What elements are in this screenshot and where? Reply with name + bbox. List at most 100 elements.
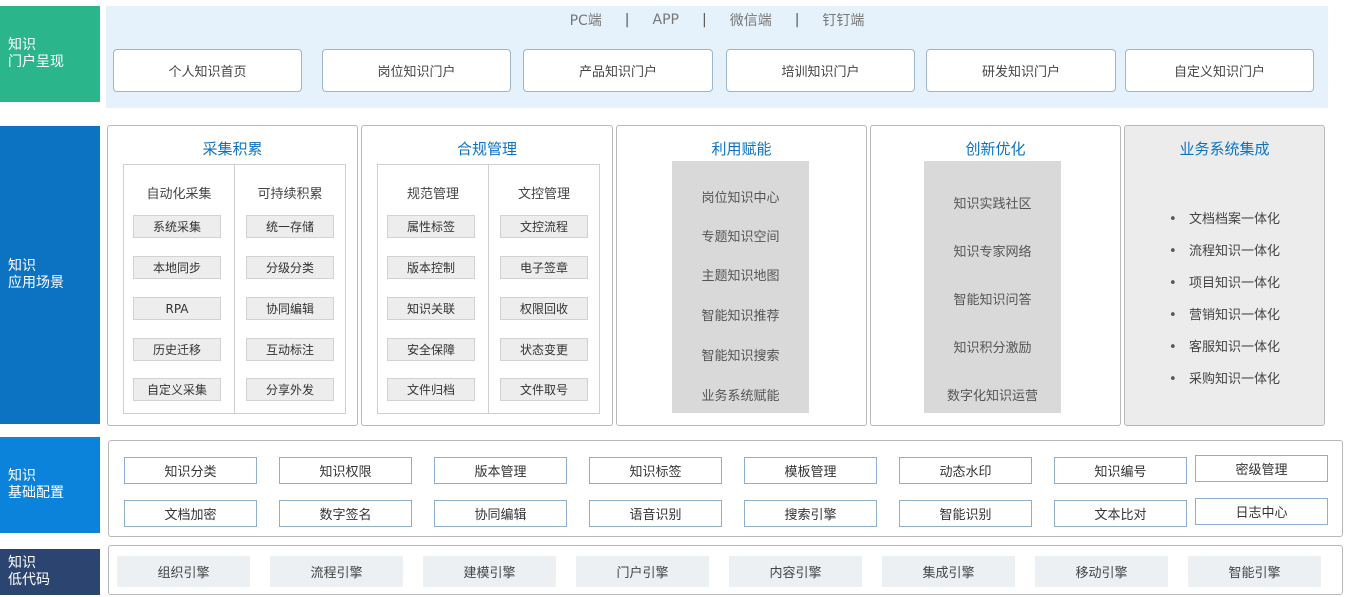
- channel-item: 钉钉端: [822, 13, 865, 29]
- column-divider: [234, 165, 235, 413]
- feature-chip[interactable]: 文件取号: [500, 378, 588, 401]
- feature-chip[interactable]: 分享外发: [246, 378, 334, 401]
- list-item[interactable]: • 项目知识一体化: [1169, 276, 1280, 308]
- config-item[interactable]: 搜索引擎: [744, 500, 877, 527]
- list-item[interactable]: 专题知识空间: [672, 226, 809, 245]
- bullet-icon: •: [1169, 212, 1177, 227]
- portal-item[interactable]: 产品知识门户: [523, 49, 713, 92]
- feature-chip[interactable]: 属性标签: [387, 215, 475, 238]
- list-item[interactable]: 知识实践社区: [924, 193, 1061, 212]
- feature-chip[interactable]: 安全保障: [387, 338, 475, 361]
- list-item[interactable]: 主题知识地图: [672, 265, 809, 284]
- portal-row-label: 知识 门户呈现: [0, 6, 100, 102]
- feature-chip[interactable]: 协同编辑: [246, 297, 334, 320]
- list-item[interactable]: • 客服知识一体化: [1169, 340, 1280, 372]
- list-item[interactable]: • 营销知识一体化: [1169, 308, 1280, 340]
- config-item[interactable]: 协同编辑: [434, 500, 567, 527]
- integration-panel: 业务系统集成 • 文档档案一体化 • 流程知识一体化 • 项目知识一体化 • 营销知识一…: [1124, 125, 1325, 426]
- channel-item: APP: [652, 12, 679, 28]
- column-head: 自动化采集: [146, 187, 212, 202]
- integration-list: • 文档档案一体化 • 流程知识一体化 • 项目知识一体化 • 营销知识一体化 • 客服知…: [1169, 212, 1280, 404]
- list-item[interactable]: 岗位知识中心: [672, 187, 809, 206]
- bullet-icon: •: [1169, 340, 1177, 355]
- list-item-label: 营销知识一体化: [1189, 308, 1281, 323]
- panel-title: 创新优化: [965, 140, 1026, 158]
- feature-chip[interactable]: 电子签章: [500, 256, 588, 279]
- config-item[interactable]: 模板管理: [744, 457, 877, 484]
- bullet-icon: •: [1169, 244, 1177, 259]
- portal-item[interactable]: 自定义知识门户: [1125, 49, 1314, 92]
- portal-item[interactable]: 培训知识门户: [726, 49, 915, 92]
- portal-item[interactable]: 岗位知识门户: [322, 49, 511, 92]
- channel-item: 微信端: [729, 13, 772, 29]
- feature-chip[interactable]: 状态变更: [500, 338, 588, 361]
- list-item[interactable]: • 采购知识一体化: [1169, 372, 1280, 404]
- list-item-label: 客服知识一体化: [1189, 340, 1281, 355]
- engine-item[interactable]: 流程引擎: [270, 556, 403, 587]
- list-item[interactable]: 知识专家网络: [924, 241, 1061, 260]
- feature-chip[interactable]: 统一存储: [246, 215, 334, 238]
- feature-chip[interactable]: 分级分类: [246, 256, 334, 279]
- list-item[interactable]: • 流程知识一体化: [1169, 244, 1280, 276]
- scenario-row-label: 知识 应用场景: [0, 126, 100, 424]
- feature-chip[interactable]: 文件归档: [387, 378, 475, 401]
- config-item[interactable]: 密级管理: [1195, 455, 1328, 482]
- bullet-icon: •: [1169, 308, 1177, 323]
- panel-title: 采集积累: [202, 140, 263, 158]
- config-item[interactable]: 语音识别: [589, 500, 722, 527]
- feature-chip[interactable]: 版本控制: [387, 256, 475, 279]
- config-item[interactable]: 知识分类: [124, 457, 257, 484]
- compliance-inner-box: 规范管理 文控管理 属性标签 版本控制 知识关联 安全保障 文件归档 文控流程 …: [377, 164, 600, 414]
- engine-item[interactable]: 建模引擎: [423, 556, 556, 587]
- config-item[interactable]: 动态水印: [899, 457, 1032, 484]
- feature-chip[interactable]: 自定义采集: [133, 378, 221, 401]
- list-item-label: 采购知识一体化: [1189, 372, 1281, 387]
- portal-label-line1: 知识: [8, 37, 36, 53]
- column-head: 可持续积累: [257, 187, 323, 202]
- list-item[interactable]: 智能知识问答: [924, 289, 1061, 308]
- list-item[interactable]: 数字化知识运营: [924, 385, 1061, 404]
- list-item[interactable]: 业务系统赋能: [672, 385, 809, 404]
- engine-item[interactable]: 集成引擎: [882, 556, 1015, 587]
- engine-item[interactable]: 内容引擎: [729, 556, 862, 587]
- compliance-panel: 合规管理 规范管理 文控管理 属性标签 版本控制 知识关联 安全保障 文件归档 …: [361, 125, 613, 426]
- lowcode-row-label: 知识 低代码: [0, 549, 100, 595]
- list-item[interactable]: 智能知识推荐: [672, 305, 809, 324]
- portal-item[interactable]: 研发知识门户: [926, 49, 1116, 92]
- scenario-label-line1: 知识: [8, 258, 36, 274]
- panel-title: 合规管理: [456, 140, 517, 158]
- config-item[interactable]: 文档加密: [124, 500, 257, 527]
- feature-chip[interactable]: 历史迁移: [133, 338, 221, 361]
- list-item-label: 项目知识一体化: [1189, 276, 1281, 291]
- list-item[interactable]: 智能知识搜索: [672, 345, 809, 364]
- config-item[interactable]: 知识编号: [1054, 457, 1187, 484]
- innovate-panel: 创新优化 知识实践社区 知识专家网络 智能知识问答 知识积分激励 数字化知识运营: [870, 125, 1121, 426]
- config-label-line1: 知识: [8, 468, 36, 484]
- engine-item[interactable]: 门户引擎: [576, 556, 709, 587]
- feature-chip[interactable]: 系统采集: [133, 215, 221, 238]
- list-item[interactable]: • 文档档案一体化: [1169, 212, 1280, 244]
- portal-item[interactable]: 个人知识首页: [113, 49, 302, 92]
- list-item[interactable]: 知识积分激励: [924, 337, 1061, 356]
- feature-chip[interactable]: 互动标注: [246, 338, 334, 361]
- config-item[interactable]: 日志中心: [1195, 498, 1328, 525]
- engine-item[interactable]: 智能引擎: [1188, 556, 1321, 587]
- config-item[interactable]: 数字签名: [279, 500, 412, 527]
- engine-item[interactable]: 移动引擎: [1035, 556, 1168, 587]
- utilize-list-box: 岗位知识中心 专题知识空间 主题知识地图 智能知识推荐 智能知识搜索 业务系统赋…: [672, 161, 809, 413]
- column-divider: [488, 165, 489, 413]
- config-label-line2: 基础配置: [8, 485, 64, 501]
- feature-chip[interactable]: 知识关联: [387, 297, 475, 320]
- config-item[interactable]: 版本管理: [434, 457, 567, 484]
- config-item[interactable]: 智能识别: [899, 500, 1032, 527]
- config-item[interactable]: 文本比对: [1054, 500, 1187, 527]
- engine-item[interactable]: 组织引擎: [117, 556, 250, 587]
- feature-chip[interactable]: 本地同步: [133, 256, 221, 279]
- config-item[interactable]: 知识标签: [589, 457, 722, 484]
- feature-chip[interactable]: 权限回收: [500, 297, 588, 320]
- config-item[interactable]: 知识权限: [279, 457, 412, 484]
- utilize-panel: 利用赋能 岗位知识中心 专题知识空间 主题知识地图 智能知识推荐 智能知识搜索 …: [616, 125, 867, 426]
- feature-chip[interactable]: 文控流程: [500, 215, 588, 238]
- feature-chip[interactable]: RPA: [133, 297, 221, 320]
- panel-title: 业务系统集成: [1179, 140, 1270, 158]
